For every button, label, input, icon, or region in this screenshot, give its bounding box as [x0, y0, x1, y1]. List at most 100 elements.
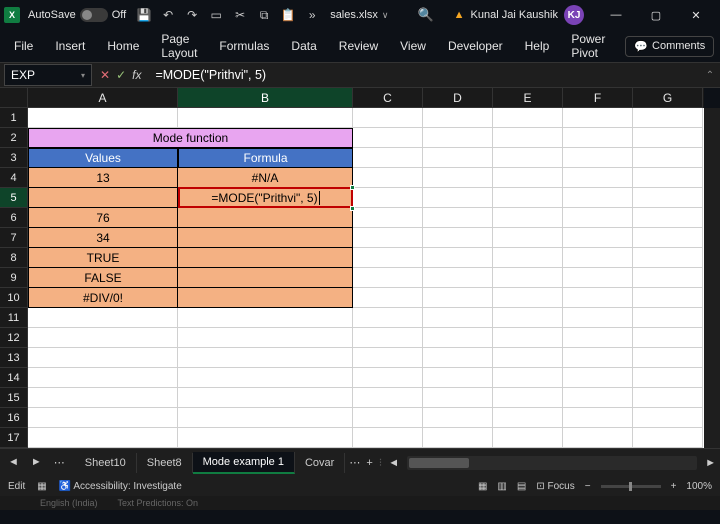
formula-input[interactable]: =MODE("Prithvi", 5): [149, 68, 700, 82]
horizontal-scrollbar[interactable]: [407, 456, 697, 470]
name-box[interactable]: EXP▾: [4, 64, 92, 86]
row-header[interactable]: 7: [0, 228, 28, 248]
tab-developer[interactable]: Developer: [446, 33, 505, 59]
vertical-scrollbar[interactable]: [704, 108, 720, 448]
copy-icon[interactable]: ⧉: [256, 7, 272, 23]
sheet-more-icon[interactable]: ⋯: [50, 454, 69, 471]
sheet-tab-active[interactable]: Mode example 1: [193, 452, 295, 474]
tab-review[interactable]: Review: [337, 33, 380, 59]
cell-a3[interactable]: Values: [28, 148, 178, 168]
active-cell-editor[interactable]: =MODE("Prithvi", 5): [178, 187, 353, 208]
cell-b10[interactable]: [178, 288, 353, 308]
tab-view[interactable]: View: [398, 33, 428, 59]
row-header[interactable]: 8: [0, 248, 28, 268]
scroll-left-icon[interactable]: ◄: [388, 457, 399, 469]
maximize-button[interactable]: ▢: [636, 0, 676, 30]
col-header-g[interactable]: G: [633, 88, 703, 108]
sheet-tab[interactable]: Sheet8: [137, 453, 193, 473]
zoom-slider[interactable]: [601, 485, 661, 488]
cell-a4[interactable]: 13: [28, 168, 178, 188]
row-header[interactable]: 1: [0, 108, 28, 128]
focus-label[interactable]: ⊡ Focus: [536, 481, 574, 492]
col-header-b[interactable]: B: [178, 88, 353, 108]
fx-icon[interactable]: fx: [132, 68, 141, 82]
new-sheet-icon[interactable]: +: [366, 457, 372, 469]
tab-home[interactable]: Home: [105, 33, 141, 59]
view-normal-icon[interactable]: ▦: [478, 481, 487, 492]
row-header[interactable]: 5: [0, 188, 28, 208]
search-icon[interactable]: 🔍: [417, 7, 433, 23]
close-button[interactable]: ✕: [676, 0, 716, 30]
save-icon[interactable]: 💾: [136, 7, 152, 23]
row-header[interactable]: 2: [0, 128, 28, 148]
qat-icon[interactable]: ▭: [208, 7, 224, 23]
sheet-tab[interactable]: Sheet10: [75, 453, 137, 473]
cut-icon[interactable]: ✂: [232, 7, 248, 23]
cell-a6[interactable]: 76: [28, 208, 178, 228]
fill-handle[interactable]: [350, 206, 355, 211]
zoom-level[interactable]: 100%: [686, 481, 712, 492]
enter-icon[interactable]: ✓: [116, 68, 126, 82]
tab-power-pivot[interactable]: Power Pivot: [569, 26, 607, 66]
row-header[interactable]: 13: [0, 348, 28, 368]
cell-a7[interactable]: 34: [28, 228, 178, 248]
cell-b4[interactable]: #N/A: [178, 168, 353, 188]
view-break-icon[interactable]: ▤: [517, 481, 526, 492]
cancel-icon[interactable]: ✕: [100, 68, 110, 82]
undo-icon[interactable]: ↶: [160, 7, 176, 23]
expand-formula-icon[interactable]: ⌃: [700, 70, 720, 81]
chevron-down-icon[interactable]: ▾: [81, 71, 85, 80]
tab-formulas[interactable]: Formulas: [217, 33, 271, 59]
col-header-d[interactable]: D: [423, 88, 493, 108]
cells-area[interactable]: Mode function ValuesFormula 13#N/A 76 34…: [28, 108, 704, 448]
col-header-c[interactable]: C: [353, 88, 423, 108]
zoom-out-icon[interactable]: −: [585, 481, 591, 492]
cell-b9[interactable]: [178, 268, 353, 288]
sheet-overflow-icon[interactable]: ⋯: [349, 456, 360, 469]
row-header[interactable]: 15: [0, 388, 28, 408]
sheet-next-icon[interactable]: ►: [27, 454, 46, 471]
col-header-a[interactable]: A: [28, 88, 178, 108]
scroll-right-icon[interactable]: ►: [705, 457, 716, 469]
sheet-tab[interactable]: Covar: [295, 453, 345, 473]
sheet-prev-icon[interactable]: ◄: [4, 454, 23, 471]
tab-help[interactable]: Help: [523, 33, 552, 59]
tab-file[interactable]: File: [12, 33, 35, 59]
toggle-icon[interactable]: [80, 8, 108, 22]
cell-a5[interactable]: [28, 188, 178, 208]
cell-a10[interactable]: #DIV/0!: [28, 288, 178, 308]
row-header[interactable]: 16: [0, 408, 28, 428]
row-header[interactable]: 10: [0, 288, 28, 308]
cell-a8[interactable]: TRUE: [28, 248, 178, 268]
user-account[interactable]: Kunal Jai Kaushik KJ: [471, 5, 584, 25]
tab-insert[interactable]: Insert: [53, 33, 87, 59]
row-header[interactable]: 4: [0, 168, 28, 188]
cell-b7[interactable]: [178, 228, 353, 248]
stats-icon[interactable]: ▦: [37, 481, 46, 492]
row-header[interactable]: 12: [0, 328, 28, 348]
row-header[interactable]: 11: [0, 308, 28, 328]
cell-b6[interactable]: [178, 208, 353, 228]
cell-a9[interactable]: FALSE: [28, 268, 178, 288]
tab-data[interactable]: Data: [289, 33, 318, 59]
accessibility-status[interactable]: ♿ Accessibility: Investigate: [59, 481, 182, 492]
row-header[interactable]: 6: [0, 208, 28, 228]
comments-button[interactable]: 💬 Comments: [625, 36, 714, 57]
more-icon[interactable]: »: [304, 7, 320, 23]
col-header-f[interactable]: F: [563, 88, 633, 108]
zoom-in-icon[interactable]: +: [671, 481, 677, 492]
cell-a2b2-merged[interactable]: Mode function: [28, 128, 353, 148]
cell-b8[interactable]: [178, 248, 353, 268]
filename[interactable]: sales.xlsx∨: [330, 9, 388, 21]
row-header[interactable]: 17: [0, 428, 28, 448]
fill-handle[interactable]: [350, 185, 355, 190]
col-header-e[interactable]: E: [493, 88, 563, 108]
cell-b3[interactable]: Formula: [178, 148, 353, 168]
row-header[interactable]: 9: [0, 268, 28, 288]
row-header[interactable]: 14: [0, 368, 28, 388]
redo-icon[interactable]: ↷: [184, 7, 200, 23]
view-layout-icon[interactable]: ▥: [497, 481, 506, 492]
row-header[interactable]: 3: [0, 148, 28, 168]
paste-icon[interactable]: 📋: [280, 7, 296, 23]
tab-page-layout[interactable]: Page Layout: [159, 26, 199, 66]
